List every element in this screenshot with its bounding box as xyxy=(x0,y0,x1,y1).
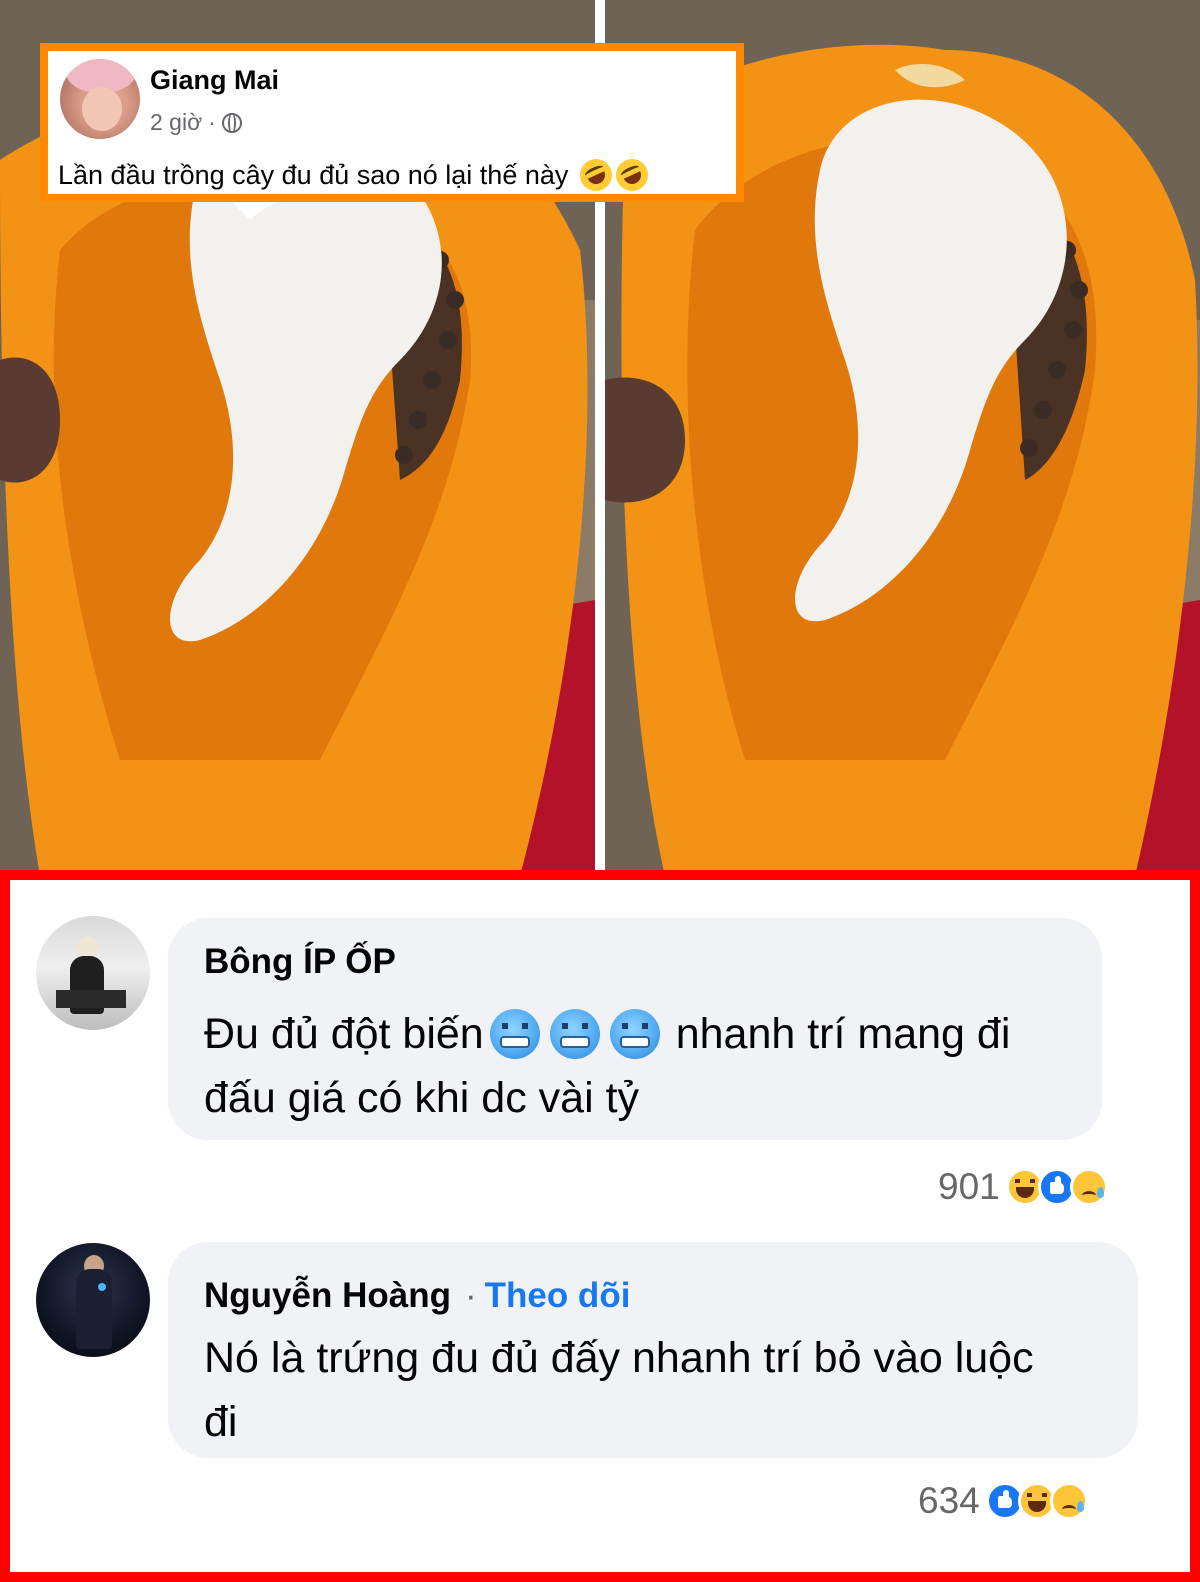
commenter-name-row: Nguyễn Hoàng · Theo dõi xyxy=(204,1276,630,1316)
reaction-count: 634 xyxy=(918,1480,980,1521)
cold-face-emoji-icon xyxy=(549,1009,600,1059)
comment-text-part: Đu đủ đột biến xyxy=(204,1010,484,1058)
avatar-figure xyxy=(76,1269,112,1349)
comment-text-part: Nó là trứng đu đủ đấy nhanh trí bỏ vào l… xyxy=(204,1334,1034,1382)
reaction-summary[interactable]: 901 xyxy=(938,1166,1108,1208)
post-header-card: Giang Mai 2 giờ · Lần đầu trồng cây đu đ… xyxy=(40,43,744,202)
post-author-avatar[interactable] xyxy=(60,59,140,139)
sad-reaction-icon xyxy=(1069,1168,1108,1206)
comment-text: Nó là trứng đu đủ đấy nhanh trí bỏ vào l… xyxy=(204,1326,1124,1454)
comment-text: Đu đủ đột biến nhanh trí mang đi đấu giá… xyxy=(204,1002,1084,1130)
commenter-name[interactable]: Bông ÍP ỐP xyxy=(204,942,396,982)
comment-text-part: nhanh trí mang đi xyxy=(675,1010,1011,1058)
sad-reaction-icon xyxy=(1049,1482,1088,1520)
post-meta: 2 giờ · xyxy=(150,109,242,136)
follow-separator: · xyxy=(464,1276,477,1315)
comments-section: Bông ÍP ỐP Đu đủ đột biến nhanh trí mang… xyxy=(0,870,1200,1582)
avatar-table xyxy=(56,990,126,1008)
commenter-avatar[interactable] xyxy=(36,1243,150,1357)
post-text-content: Lần đầu trồng cây đu đủ sao nó lại thế n… xyxy=(58,159,569,190)
rolling-on-floor-laughing-emoji-icon xyxy=(611,153,654,197)
meta-separator: · xyxy=(208,109,216,135)
post-author-name[interactable]: Giang Mai xyxy=(150,65,279,96)
avatar-face xyxy=(82,87,122,131)
post-text: Lần đầu trồng cây đu đủ sao nó lại thế n… xyxy=(58,153,654,197)
reaction-summary[interactable]: 634 xyxy=(918,1480,1088,1522)
cold-face-emoji-icon xyxy=(609,1009,660,1059)
comment-bubble: Nguyễn Hoàng · Theo dõi Nó là trứng đu đủ … xyxy=(168,1242,1138,1458)
comment-text-part: đi xyxy=(204,1398,238,1446)
commenter-avatar[interactable] xyxy=(36,916,150,1030)
cold-face-emoji-icon xyxy=(489,1009,540,1059)
commenter-name[interactable]: Nguyễn Hoàng xyxy=(204,1276,451,1315)
globe-icon[interactable] xyxy=(221,112,242,133)
rolling-on-floor-laughing-emoji-icon xyxy=(575,153,618,197)
reaction-count: 901 xyxy=(938,1166,1000,1207)
comment-text-part: đấu giá có khi dc vài tỷ xyxy=(204,1074,640,1122)
avatar-light xyxy=(98,1283,106,1291)
follow-button[interactable]: Theo dõi xyxy=(485,1276,631,1315)
comment-bubble: Bông ÍP ỐP Đu đủ đột biến nhanh trí mang… xyxy=(168,918,1102,1140)
post-time[interactable]: 2 giờ xyxy=(150,109,202,136)
